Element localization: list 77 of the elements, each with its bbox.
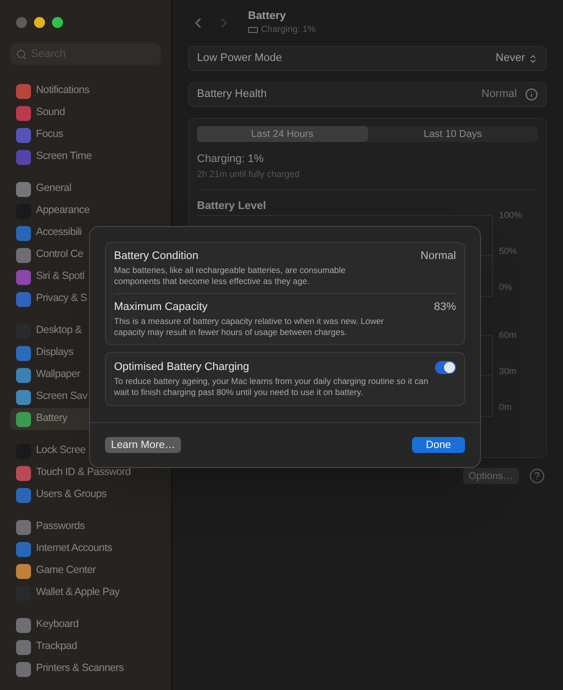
sidebar-item[interactable]: Users & Groups [10,484,161,506]
sidebar-label: Internet Accounts [36,541,112,556]
range-tab[interactable]: Last 24 Hours [197,126,368,142]
row-title: Battery Condition [114,249,198,263]
chart-title: Battery Level [197,199,268,214]
axis-label: 50% [499,246,518,256]
learn-more-button[interactable]: Learn More… [105,437,182,453]
minimize-icon[interactable] [34,17,45,28]
sidebar-label: Privacy & S [36,291,87,306]
sidebar-label: General [36,181,72,196]
sidebar-label: Touch ID & Password [36,465,131,480]
sidebar-label: Passwords [36,519,85,534]
sidebar-item[interactable]: Printers & Scanners [10,658,161,680]
charging-label: Charging: 1% [197,152,265,167]
sidebar-label: Game Center [36,563,96,578]
axis-label: 100% [499,210,522,220]
options-button[interactable]: Options… [462,468,519,484]
row-description: To reduce battery ageing, your Mac learns from your daily charging routine so it can wait to finish charging past 80% until you need to use it on battery. [114,376,430,398]
sidebar-item[interactable]: Game Center [10,560,161,582]
sidebar-item[interactable]: Wallet & Apple Pay [10,582,161,604]
sidebar-item[interactable]: Appearance [10,200,161,222]
axis-label: 30m [499,366,517,376]
low-power-select[interactable]: Never [496,50,538,67]
sidebar-label: Displays [36,345,74,360]
row-value: Normal [420,249,456,263]
axis-label: 60m [499,330,517,340]
sidebar-label: Wallpaper [36,367,80,382]
sidebar-label: Trackpad [36,639,77,654]
setting-label: Low Power Mode [197,51,282,66]
sidebar-label: Wallet & Apple Pay [36,585,120,600]
range-tab[interactable]: Last 10 Days [368,126,538,142]
sidebar-item[interactable]: Notifications [10,80,161,102]
done-button[interactable]: Done [412,437,465,453]
sidebar-label: Screen Sav [36,389,88,404]
sidebar-label: Lock Scree [36,443,86,458]
sidebar-label: Focus [36,127,64,142]
row-title: Maximum Capacity [114,300,208,314]
zoom-icon[interactable] [52,17,63,28]
sidebar-item[interactable]: Keyboard [10,614,161,636]
sidebar-label: Screen Time [36,149,92,164]
battery-icon [248,26,258,32]
sidebar-item[interactable]: Accessibili [10,222,161,244]
sidebar-label: Appearance [36,203,90,218]
page-title: Battery [248,10,287,23]
search-icon [16,48,27,60]
sidebar-label: Accessibili [36,225,82,240]
sidebar-item[interactable]: General [10,178,161,200]
sidebar-item[interactable]: Touch ID & Password [10,462,161,484]
sidebar-item[interactable]: Focus [10,124,161,146]
sidebar-label: Control Ce [36,247,84,262]
help-icon[interactable] [529,468,545,484]
close-icon[interactable] [16,17,27,28]
axis-label: 0m [499,402,513,412]
toggle-switch[interactable] [435,360,456,374]
sidebar-item[interactable]: Internet Accounts [10,538,161,560]
sidebar-label: Keyboard [36,617,79,632]
row-description: This is a measure of battery capacity relative to when it was new. Lower capacity may result in fewer hours of usage between charges. [114,316,385,338]
sidebar-item[interactable]: Screen Time [10,146,161,168]
row-title: Optimised Battery Charging [114,360,250,374]
sidebar-item[interactable]: Passwords [10,516,161,538]
sidebar-label: Battery [36,411,68,426]
setting-label: Battery Health [197,87,267,102]
sidebar-label: Sound [36,105,65,120]
axis-label: 0% [499,282,514,292]
charging-status: Charging: 1% [261,22,316,36]
sidebar-label: Notifications [36,83,90,98]
sidebar-label: Siri & Spotl [36,269,84,284]
up-down-chevron-icon [528,54,538,64]
sidebar-label: Users & Groups [36,487,106,502]
row-value: 83% [434,300,456,314]
sidebar-item[interactable]: Sound [10,102,161,124]
sidebar-label: Printers & Scanners [36,661,124,676]
info-icon[interactable] [525,88,538,101]
setting-value: Normal [482,87,517,102]
sidebar-label: Desktop & [36,323,82,338]
sidebar-item[interactable]: Trackpad [10,636,161,658]
row-description: Mac batteries, like all rechargeable batteries, are consumable components that become less effective as they age. [114,265,347,287]
